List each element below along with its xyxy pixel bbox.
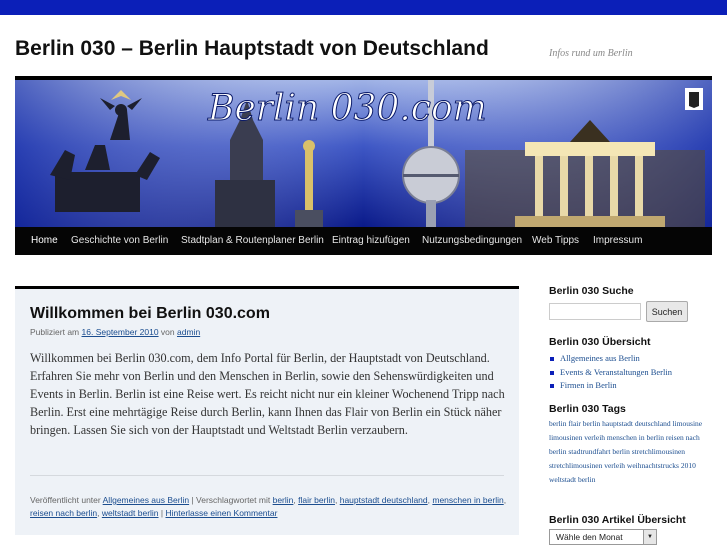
search-button[interactable]: Suchen [646, 301, 688, 322]
tag-link[interactable]: stretchlimousinen verleih [549, 461, 625, 470]
tag-link[interactable]: limousine [673, 419, 703, 428]
tag-link[interactable]: weihnachtstrucks 2010 [627, 461, 696, 470]
tag-link[interactable]: stadtrundfahrt berlin [568, 447, 629, 456]
tag-link[interactable]: berlin [549, 419, 567, 428]
tag-cloud: berlin flair berlin hauptstadt deutschla… [549, 417, 709, 487]
tag-link[interactable]: flair berlin [568, 419, 600, 428]
site-description: Infos rund um Berlin [549, 48, 633, 59]
category-item[interactable]: Events & Veranstaltungen Berlin [549, 366, 672, 380]
post-tag-link[interactable]: flair berlin [298, 495, 335, 505]
archive-month-select[interactable]: Wähle den Monat ▼ [549, 529, 657, 545]
category-item[interactable]: Firmen in Berlin [549, 379, 672, 393]
nav-item-eintrag[interactable]: Eintrag hizufügen [332, 227, 410, 255]
post-category-link[interactable]: Allgemeines aus Berlin [103, 495, 189, 505]
post-date-link[interactable]: 16. September 2010 [82, 327, 159, 337]
post-comment-link[interactable]: Hinterlasse einen Kommentar [165, 508, 277, 518]
nav-item-stadtplan[interactable]: Stadtplan & Routenplaner Berlin [181, 227, 324, 255]
post-tag-link[interactable]: menschen in berlin [432, 495, 503, 505]
tag-link[interactable]: stretchlimousinen [632, 447, 685, 456]
tag-link[interactable]: menschen in berlin [607, 433, 664, 442]
post-tag-link[interactable]: hauptstadt deutschland [340, 495, 428, 505]
post-body: Willkommen bei Berlin 030.com, dem Info … [30, 351, 505, 437]
tags-widget-title: Berlin 030 Tags [549, 403, 626, 415]
post-tag-link[interactable]: berlin [273, 495, 294, 505]
tag-link[interactable]: limousinen verleih [549, 433, 605, 442]
post-footer-tagged: Verschlagwortet mit [196, 495, 271, 505]
search-input[interactable] [549, 303, 641, 320]
archive-widget-title: Berlin 030 Artikel Übersicht [549, 514, 686, 526]
banner-logo-text: Berlin 030.com [207, 88, 487, 129]
main-navigation: Home Geschichte von Berlin Stadtplan & R… [15, 227, 712, 255]
post-meta: Publiziert am 16. September 2010 von adm… [30, 327, 200, 337]
post-tag-link[interactable]: weltstadt berlin [102, 508, 159, 518]
chevron-down-icon[interactable]: ▼ [643, 530, 656, 544]
nav-item-nutzungsbedingungen[interactable]: Nutzungsbedingungen [422, 227, 522, 255]
nav-item-geschichte[interactable]: Geschichte von Berlin [71, 227, 168, 255]
nav-item-home[interactable]: Home [31, 227, 58, 255]
banner-image: Berlin 030.com [15, 80, 712, 227]
category-list: Allgemeines aus Berlin Events & Veransta… [549, 352, 672, 393]
tag-link[interactable]: hauptstadt deutschland [602, 419, 671, 428]
header-banner[interactable]: Berlin 030.com [15, 80, 712, 227]
post-meta-by: von [160, 327, 175, 337]
post-tag-link[interactable]: reisen nach berlin [30, 508, 97, 518]
post-divider [30, 475, 504, 476]
category-item[interactable]: Allgemeines aus Berlin [549, 352, 672, 366]
search-widget-title: Berlin 030 Suche [549, 285, 634, 297]
overview-widget-title: Berlin 030 Übersicht [549, 336, 651, 348]
site-title[interactable]: Berlin 030 – Berlin Hauptstadt von Deuts… [15, 37, 489, 61]
post-article: Willkommen bei Berlin 030.com Publiziert… [15, 286, 519, 535]
archive-select-value: Wähle den Monat [556, 532, 623, 542]
top-color-bar [0, 0, 727, 15]
post-footer-posted-in: Veröffentlicht unter [30, 495, 101, 505]
post-meta-prefix: Publiziert am [30, 327, 80, 337]
tag-link[interactable]: weltstadt berlin [549, 475, 595, 484]
post-title[interactable]: Willkommen bei Berlin 030.com [30, 305, 270, 323]
post-author-link[interactable]: admin [177, 327, 200, 337]
post-footer: Veröffentlicht unter Allgemeines aus Ber… [30, 495, 507, 518]
nav-item-web-tipps[interactable]: Web Tipps [532, 227, 579, 255]
nav-item-impressum[interactable]: Impressum [593, 227, 642, 255]
